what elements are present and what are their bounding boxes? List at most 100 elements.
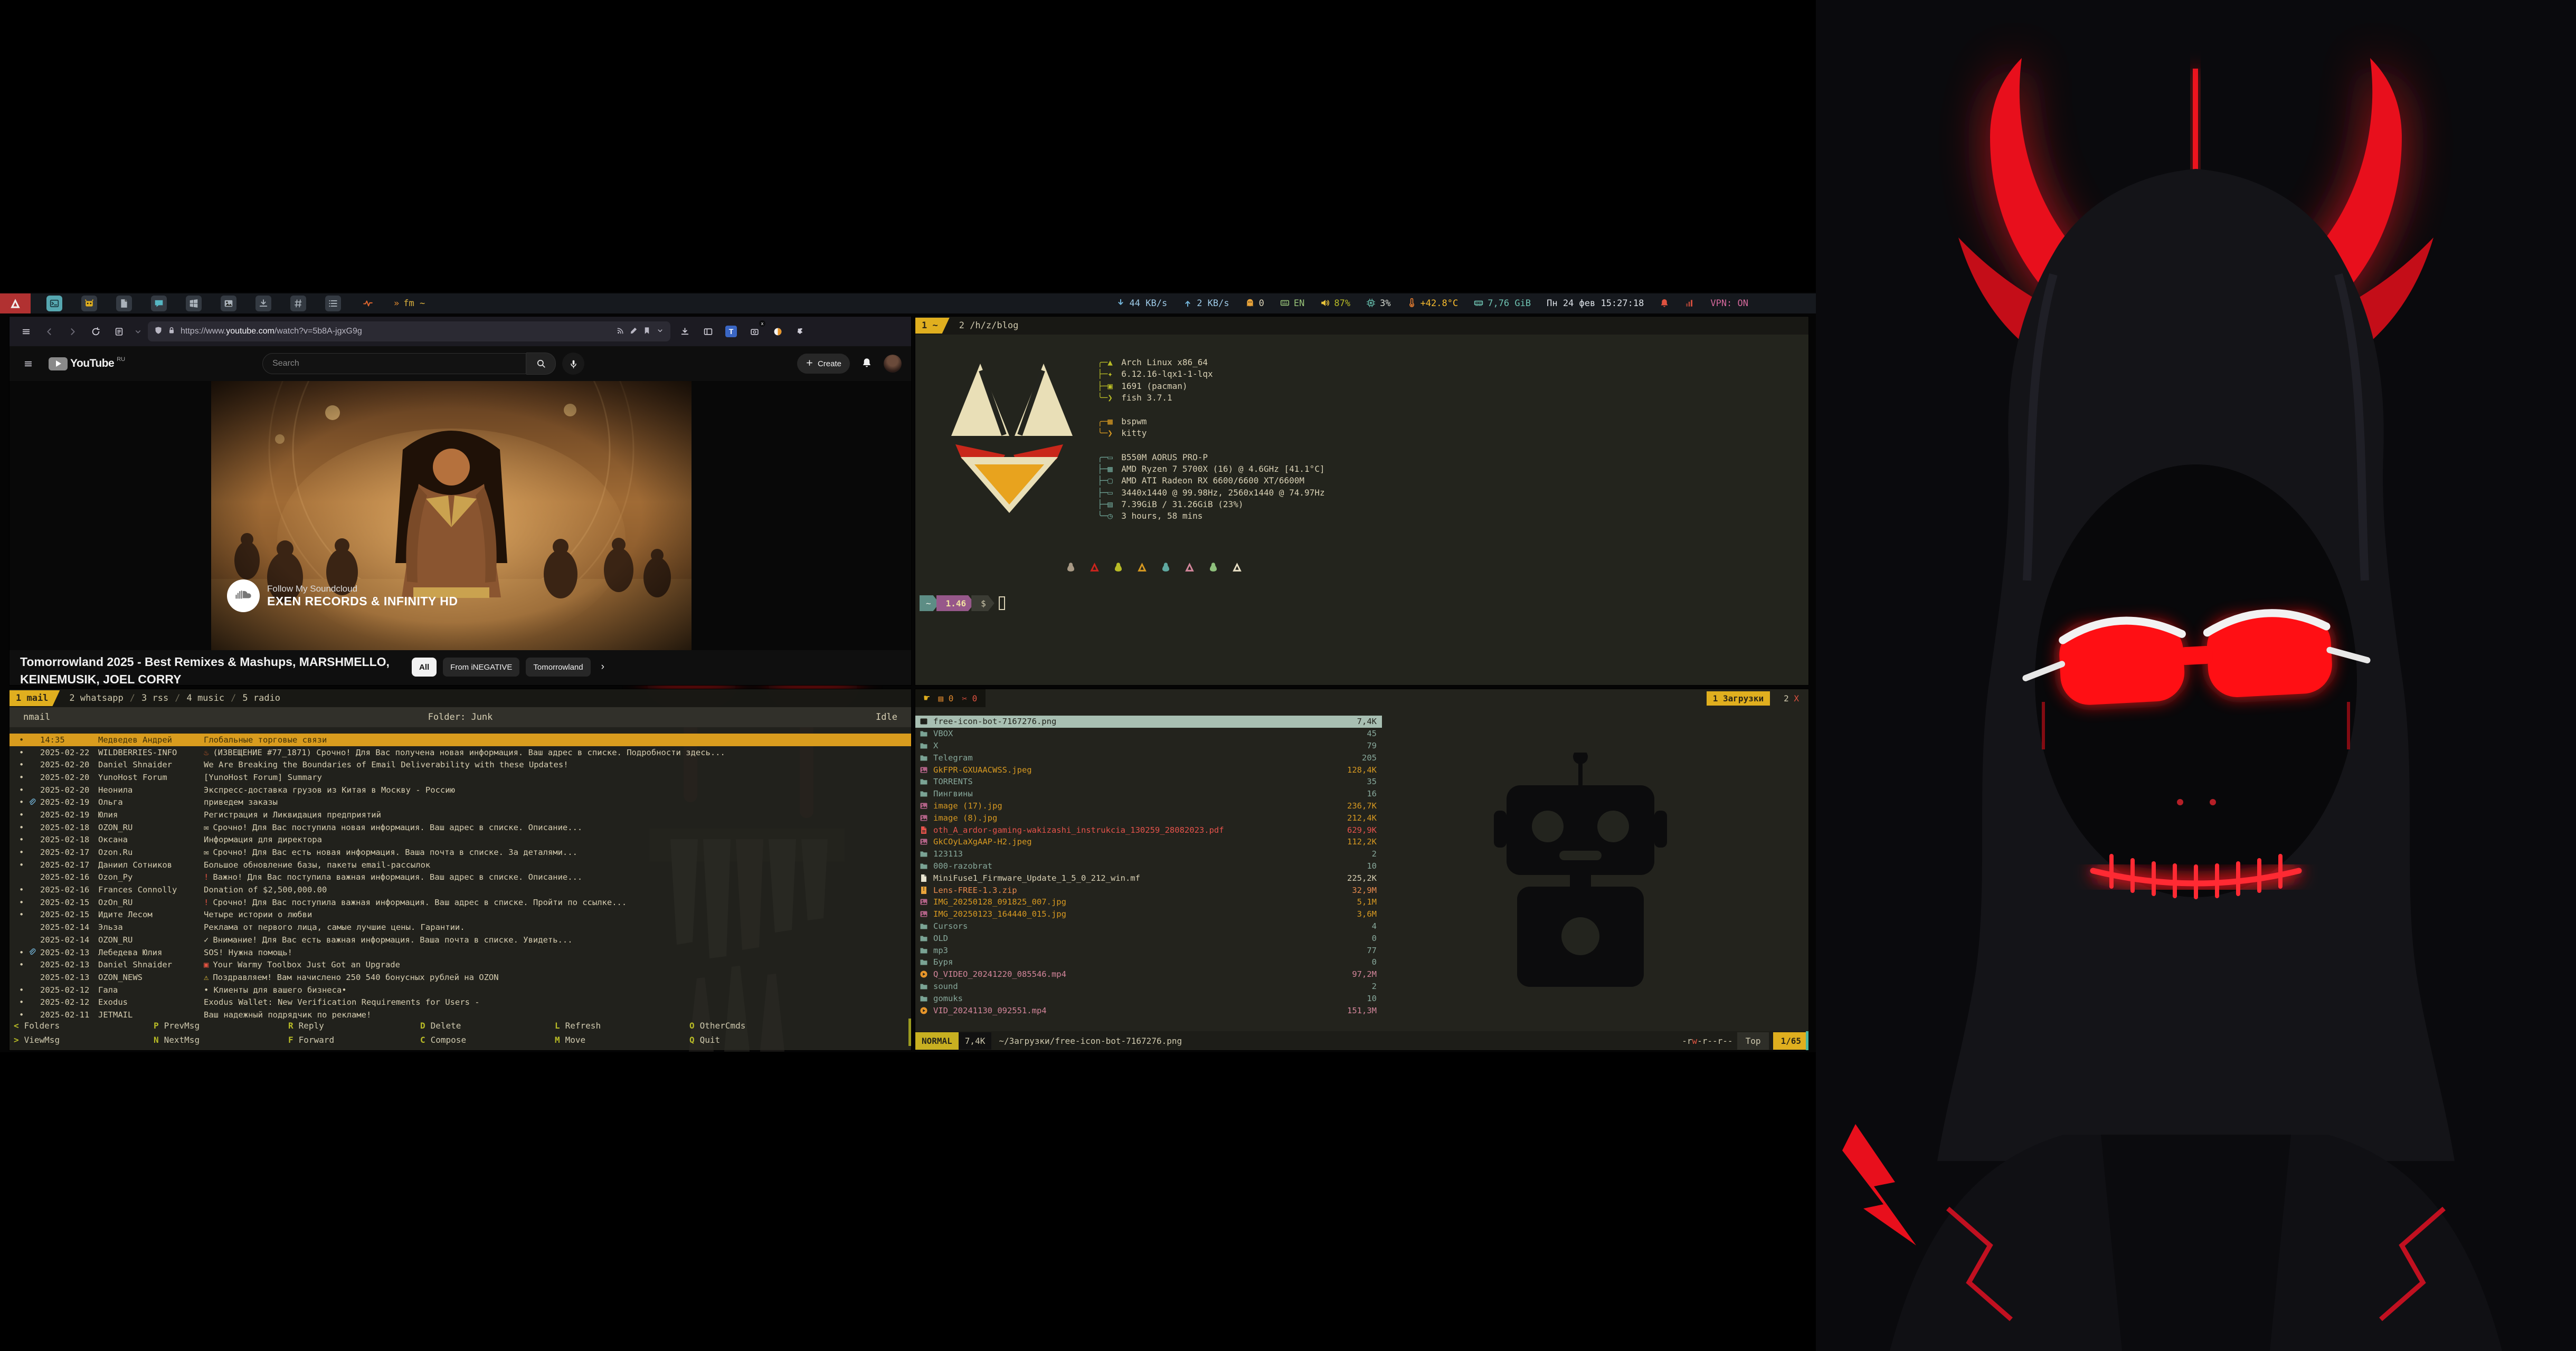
translate-extension-icon[interactable]: T bbox=[722, 322, 740, 340]
workspace-misc[interactable] bbox=[290, 296, 306, 311]
file-row[interactable]: image (8).jpg212,4K bbox=[915, 812, 1382, 824]
mail-row[interactable]: •2025-02-15Идите ЛесомЧетыре истории о л… bbox=[10, 909, 911, 921]
network-down-module[interactable]: 44 KB/s bbox=[1116, 298, 1168, 309]
mail-row[interactable]: •2025-02-19ЮлияРегистрация и Ликвидация … bbox=[10, 808, 911, 821]
mail-row[interactable]: •2025-02-16Frances ConnollyDonation of $… bbox=[10, 883, 911, 896]
chip-all[interactable]: All bbox=[412, 658, 437, 677]
file-row[interactable]: VBOX45 bbox=[915, 728, 1382, 740]
mic-button[interactable] bbox=[562, 353, 584, 375]
network-up-module[interactable]: 2 KB/s bbox=[1183, 298, 1229, 309]
mail-row[interactable]: •2025-02-13Daniel Shnaider▣Your Warmy To… bbox=[10, 958, 911, 971]
file-row[interactable]: Пингвины16 bbox=[915, 788, 1382, 800]
chip-from-inegative[interactable]: From iNEGATIVE bbox=[443, 658, 519, 677]
workspace-media[interactable] bbox=[221, 296, 236, 311]
workspace-files[interactable] bbox=[116, 296, 132, 311]
mail-row[interactable]: •2025-02-13Лебедева ЮлияSOS! Нужна помощ… bbox=[10, 946, 911, 959]
file-row[interactable]: oth_A_ardor-gaming-wakizashi_instrukcia_… bbox=[915, 824, 1382, 836]
file-row[interactable]: VID_20241130_092551.mp4151,3M bbox=[915, 1004, 1382, 1016]
extensions-puzzle-icon[interactable] bbox=[792, 322, 810, 340]
vifm-tab-1[interactable]: 1 Загрузки bbox=[1707, 691, 1770, 706]
screenshot-extension-icon[interactable]: x bbox=[745, 322, 763, 340]
terminal-cursor[interactable] bbox=[999, 596, 1005, 610]
keyboard-layout-module[interactable]: EN bbox=[1280, 298, 1304, 309]
file-row[interactable]: 1231132 bbox=[915, 848, 1382, 860]
toolbar-caret-icon[interactable] bbox=[133, 322, 143, 340]
workspace-terminal[interactable] bbox=[46, 296, 62, 311]
url-bar[interactable]: https://www.youtube.com/watch?v=5b8A-jgx… bbox=[148, 321, 670, 341]
file-row[interactable]: sound2 bbox=[915, 981, 1382, 993]
file-row[interactable]: OLD0 bbox=[915, 932, 1382, 944]
workspace-monitor[interactable] bbox=[360, 296, 376, 311]
workspace-bot[interactable] bbox=[81, 296, 97, 311]
file-row[interactable]: X79 bbox=[915, 740, 1382, 752]
bookmark-icon[interactable] bbox=[643, 327, 651, 336]
notification-module[interactable] bbox=[1660, 298, 1669, 309]
back-button[interactable] bbox=[40, 322, 58, 340]
vifm-tab-2[interactable]: 2 X bbox=[1777, 691, 1805, 706]
clock-module[interactable]: Пн 24 фев 15:27:18 bbox=[1547, 298, 1644, 309]
file-row[interactable]: image (17).jpg236,7K bbox=[915, 800, 1382, 812]
mail-row[interactable]: •2025-02-17Ozon.Ru✉Срочно! Для Вас есть … bbox=[10, 846, 911, 859]
youtube-bell-icon[interactable] bbox=[861, 357, 872, 370]
file-row[interactable]: IMG_20250123_164440_015.jpg3,6M bbox=[915, 908, 1382, 920]
mail-row[interactable]: 2025-02-14ЭльзаРеклама от первого лица, … bbox=[10, 921, 911, 934]
search-button[interactable] bbox=[526, 353, 556, 375]
mail-row[interactable]: •2025-02-17Даниил СотниковБольшое обновл… bbox=[10, 859, 911, 871]
file-row[interactable]: mp377 bbox=[915, 944, 1382, 956]
mail-row[interactable]: •2025-02-20YunoHost Forum[YunoHost Forum… bbox=[10, 771, 911, 784]
mail-tab-5[interactable]: 5 radio bbox=[242, 693, 280, 703]
file-row[interactable]: Telegram205 bbox=[915, 751, 1382, 764]
avatar[interactable] bbox=[884, 355, 902, 373]
file-row[interactable]: 000-razobrat10 bbox=[915, 860, 1382, 872]
mail-tab-4[interactable]: 4 music bbox=[186, 693, 224, 703]
rss-icon[interactable] bbox=[617, 327, 624, 336]
file-row[interactable]: Lens-FREE-1.3.zip32,9M bbox=[915, 884, 1382, 896]
mail-row[interactable]: •2025-02-12Гала• Клиенты для вашего бизн… bbox=[10, 984, 911, 996]
reader-button[interactable] bbox=[110, 322, 128, 340]
mail-row[interactable]: •2025-02-20Daniel ShnaiderWe Are Breakin… bbox=[10, 758, 911, 771]
file-row[interactable]: MiniFuse1_Firmware_Update_1_5_0_212_win.… bbox=[915, 872, 1382, 884]
highlight-icon[interactable] bbox=[630, 327, 638, 336]
sidebar-button[interactable] bbox=[699, 322, 717, 340]
search-input[interactable] bbox=[262, 353, 526, 374]
chips-more-icon[interactable]: › bbox=[601, 661, 604, 673]
temperature-module[interactable]: +42.8°C bbox=[1407, 298, 1459, 309]
volume-module[interactable]: 87% bbox=[1320, 298, 1350, 309]
adblock-extension-icon[interactable] bbox=[769, 322, 787, 340]
workspace-windows[interactable] bbox=[186, 296, 202, 311]
mail-row[interactable]: •2025-02-18ОксанаИнформация для директор… bbox=[10, 834, 911, 846]
file-row[interactable]: Cursors4 bbox=[915, 920, 1382, 933]
video-player[interactable]: Follow My Soundcloud EXEN RECORDS & INFI… bbox=[211, 381, 692, 650]
file-row[interactable]: GkCOyLaXgAAP-H2.jpeg112,2K bbox=[915, 836, 1382, 848]
mail-row[interactable]: •2025-02-12ExodusExodus Wallet: New Veri… bbox=[10, 996, 911, 1009]
youtube-logo[interactable]: YouTube RU bbox=[49, 357, 125, 370]
mail-row[interactable]: •14:35Медведев АндрейГлобальные торговые… bbox=[10, 734, 911, 746]
workspace-chat[interactable] bbox=[151, 296, 167, 311]
signal-module[interactable] bbox=[1685, 298, 1694, 309]
ghost-counter-module[interactable]: 0 bbox=[1245, 298, 1264, 309]
mail-row[interactable]: •2025-02-18OZON_RU✉Срочно! Для Вас посту… bbox=[10, 821, 911, 834]
reload-button[interactable] bbox=[87, 322, 105, 340]
cpu-module[interactable]: 3% bbox=[1366, 298, 1390, 309]
arch-launcher-button[interactable] bbox=[0, 293, 31, 313]
bookmark-caret-icon[interactable] bbox=[656, 327, 664, 336]
mail-row[interactable]: •2025-02-20НеонилаЭкспресс-доставка груз… bbox=[10, 784, 911, 796]
create-button[interactable]: Create bbox=[797, 354, 850, 374]
file-row[interactable]: GkFPR-GXUAACWSS.jpeg128,4K bbox=[915, 764, 1382, 776]
file-row[interactable]: TORRENTS35 bbox=[915, 776, 1382, 788]
shield-icon[interactable] bbox=[154, 326, 163, 336]
mail-row[interactable]: 2025-02-16Ozon_Py!Важно! Для Вас поступи… bbox=[10, 871, 911, 884]
chip-tomorrowland[interactable]: Tomorrowland bbox=[526, 658, 590, 677]
vpn-module[interactable]: VPN: ON bbox=[1710, 298, 1748, 309]
mail-row[interactable]: •2025-02-19Ольгаприведем заказы bbox=[10, 796, 911, 808]
downloads-button[interactable] bbox=[676, 322, 694, 340]
youtube-hamburger-icon[interactable] bbox=[19, 355, 37, 373]
mail-row[interactable]: •2025-02-15OzOn_RU!Срочно! Для Вас посту… bbox=[10, 896, 911, 909]
forward-button[interactable] bbox=[63, 322, 81, 340]
file-row[interactable]: free-icon-bot-7167276.png7,4K bbox=[915, 716, 1382, 728]
mail-tab-1[interactable]: 1 mail bbox=[10, 690, 60, 706]
terminal-tab-1[interactable]: 1 ~ bbox=[915, 318, 950, 334]
file-row[interactable]: gomuks10 bbox=[915, 992, 1382, 1004]
mail-tab-3[interactable]: 3 rss bbox=[141, 693, 168, 703]
memory-module[interactable]: 7,76 GiB bbox=[1474, 298, 1531, 309]
